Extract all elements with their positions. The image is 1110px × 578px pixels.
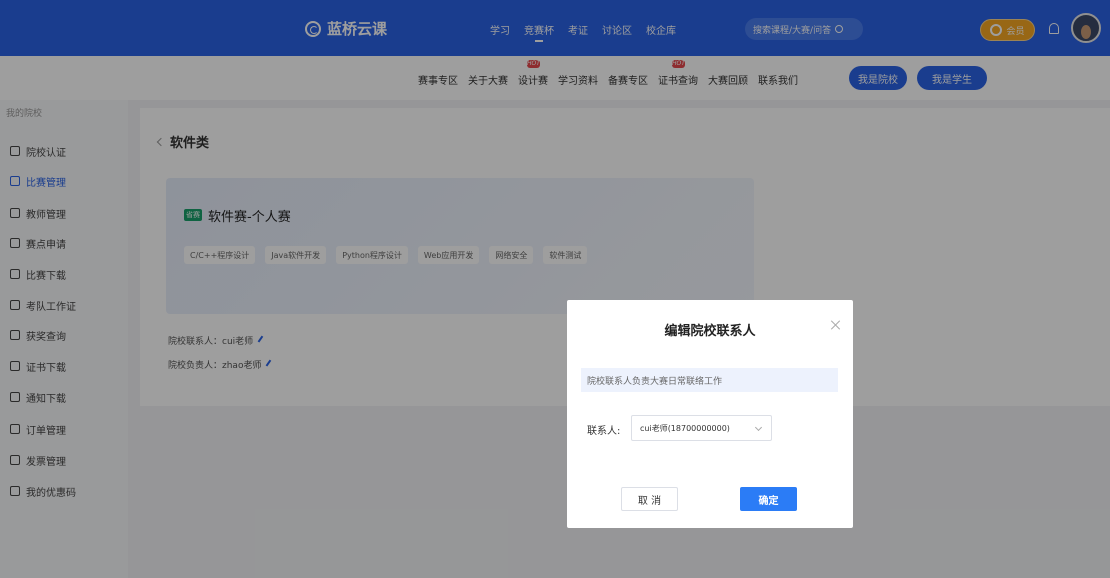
dialog-notice: 院校联系人负责大赛日常联络工作 (581, 368, 838, 392)
edit-contact-dialog: 编辑院校联系人 院校联系人负责大赛日常联络工作 联系人: cui老师(18700… (567, 300, 853, 528)
contact-select[interactable]: cui老师(18700000000) (631, 415, 772, 441)
modal-backdrop[interactable] (0, 0, 1110, 578)
contact-select-value: cui老师(18700000000) (640, 423, 730, 433)
dialog-title: 编辑院校联系人 (664, 324, 756, 339)
confirm-button[interactable]: 确定 (740, 487, 797, 511)
contact-field-label: 联系人: (587, 426, 621, 437)
close-icon[interactable] (831, 320, 841, 330)
cancel-button[interactable]: 取 消 (621, 487, 678, 511)
chevron-down-icon (754, 423, 763, 432)
